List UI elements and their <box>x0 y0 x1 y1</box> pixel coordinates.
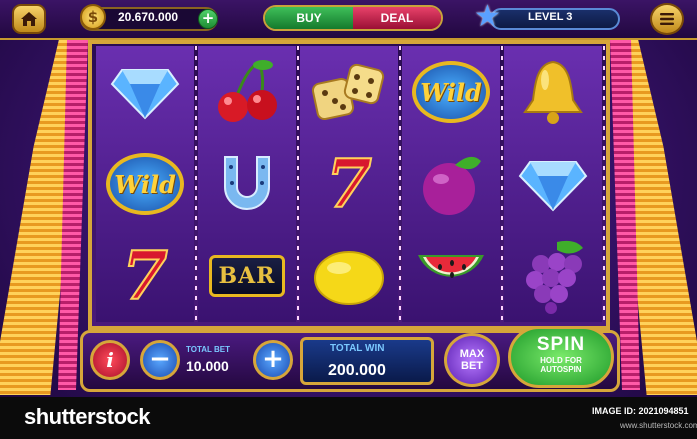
seven-symbol: 7 <box>325 145 373 223</box>
symbol-dice <box>300 46 398 138</box>
dice-icon <box>311 63 385 121</box>
decrease-bet-button[interactable]: − <box>140 340 180 380</box>
plum-icon <box>423 156 481 215</box>
symbol-wild: Wild <box>402 46 500 138</box>
reel-3: 7 <box>300 46 401 322</box>
reels-area: Wild 7 BAR 7 Wild <box>96 46 605 322</box>
add-coins-button[interactable]: + <box>198 9 218 29</box>
reel-1: Wild 7 <box>96 46 197 322</box>
symbol-seven: 7 <box>300 138 398 230</box>
coin-icon: $ <box>80 4 106 30</box>
diamond-icon <box>518 161 588 212</box>
lemon-icon <box>314 251 384 305</box>
home-icon <box>21 12 37 26</box>
seven-symbol: 7 <box>121 237 169 315</box>
total-win-label: TOTAL WIN <box>330 343 385 354</box>
menu-button[interactable] <box>650 3 684 35</box>
symbol-bell <box>504 46 602 138</box>
grapes-icon <box>526 240 583 314</box>
bell-icon <box>523 60 583 124</box>
cherries-icon <box>218 60 277 122</box>
symbol-horseshoe <box>198 138 296 230</box>
symbol-diamond <box>504 138 602 230</box>
footer-logo: shutterstock <box>24 404 151 429</box>
max-bet-button[interactable]: MAX BET <box>444 333 500 387</box>
reel-5 <box>504 46 605 322</box>
watermelon-icon <box>418 255 484 278</box>
total-win-value: 200.000 <box>328 362 386 379</box>
spin-button[interactable]: SPIN HOLD FOR AUTOSPIN <box>508 326 614 388</box>
spin-sublabel: HOLD FOR AUTOSPIN <box>540 356 582 374</box>
symbol-diamond <box>96 46 194 138</box>
wild-badge: Wild <box>106 153 184 215</box>
symbol-watermelon <box>402 230 500 322</box>
star-icon: ★ <box>474 0 501 34</box>
buy-button[interactable]: BUY <box>265 7 353 29</box>
symbol-grapes <box>504 230 602 322</box>
site-url-text: www.shutterstock.com <box>620 421 697 430</box>
max-bet-label: MAX BET <box>459 348 485 372</box>
symbol-bar: BAR <box>198 230 296 322</box>
symbol-plum <box>402 138 500 230</box>
increase-bet-button[interactable]: + <box>253 340 293 380</box>
spin-label: SPIN <box>536 334 586 355</box>
wild-badge: Wild <box>412 61 490 123</box>
image-id-text: IMAGE ID: 2021094851 <box>592 406 689 416</box>
info-button[interactable]: i <box>90 340 130 380</box>
buy-deal-toggle: BUY DEAL <box>263 5 443 31</box>
symbol-lemon <box>300 230 398 322</box>
symbol-wild: Wild <box>96 138 194 230</box>
symbol-cherries <box>198 46 296 138</box>
diamond-icon <box>110 69 180 120</box>
level-label: LEVEL 3 <box>528 11 573 23</box>
total-bet-label: TOTAL BET <box>186 345 230 354</box>
coin-balance: 20.670.000 <box>118 10 179 24</box>
menu-icon <box>660 13 674 25</box>
total-bet-value: 10.000 <box>186 358 229 374</box>
reel-4: Wild <box>402 46 503 322</box>
deal-button[interactable]: DEAL <box>353 7 441 29</box>
bar-symbol: BAR <box>209 255 285 297</box>
home-button[interactable] <box>12 4 46 34</box>
reel-2: BAR <box>198 46 299 322</box>
horseshoe-icon <box>224 156 270 210</box>
symbol-seven: 7 <box>96 230 194 322</box>
